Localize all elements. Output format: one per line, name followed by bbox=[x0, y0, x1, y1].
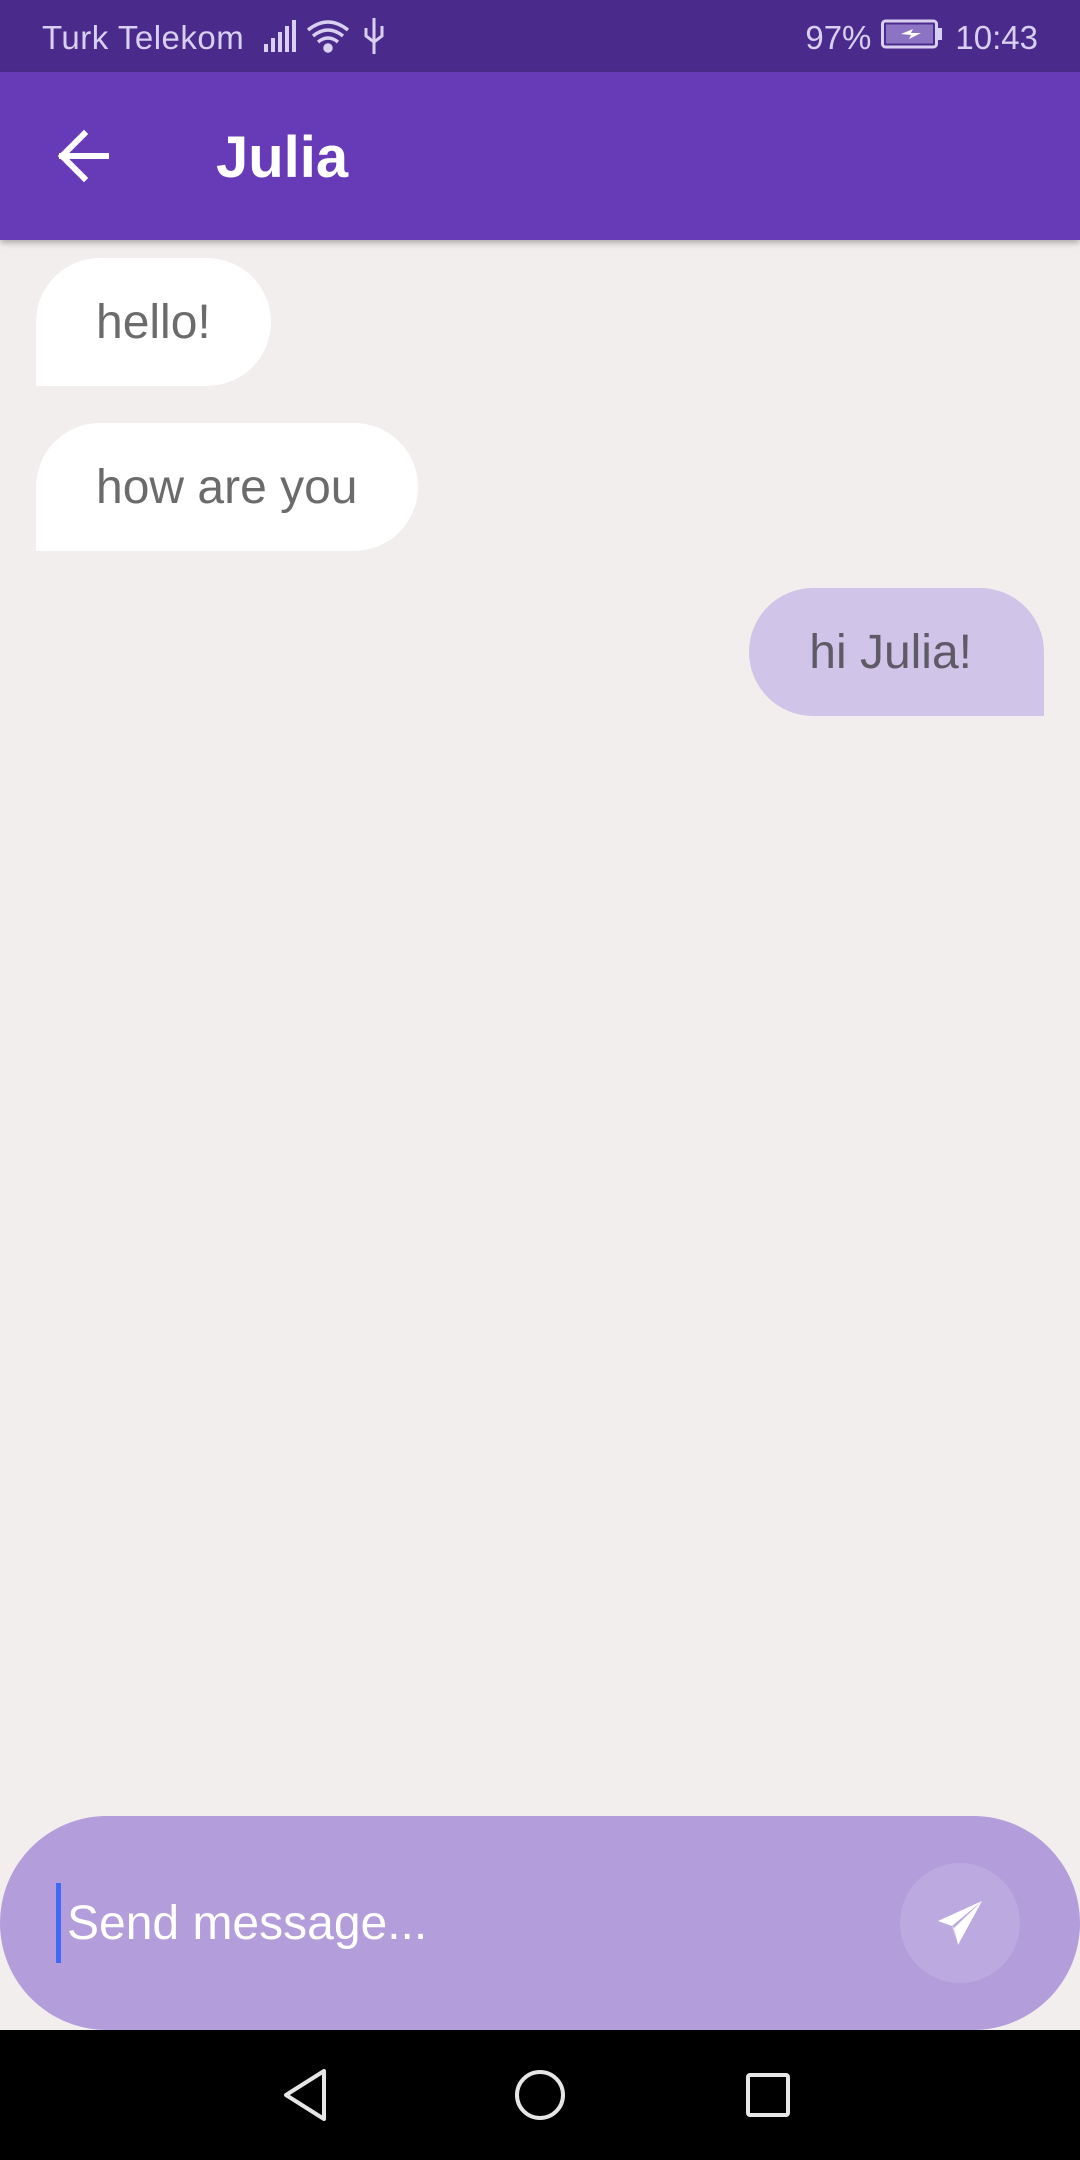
wifi-icon bbox=[306, 20, 350, 53]
battery-percent: 97% bbox=[805, 19, 872, 56]
message-text: hello! bbox=[96, 295, 211, 349]
message-input[interactable] bbox=[56, 1883, 867, 1963]
status-icons bbox=[262, 14, 392, 58]
message-bubble-outgoing[interactable]: hi Julia! bbox=[749, 588, 1044, 716]
conversation-title: Julia bbox=[216, 125, 349, 190]
nav-recents-icon bbox=[746, 2073, 790, 2117]
usb-icon bbox=[364, 18, 384, 54]
app-bar: Julia bbox=[0, 72, 1080, 240]
message-text: hi Julia! bbox=[809, 625, 972, 679]
carrier-name: Turk Telekom bbox=[42, 19, 245, 56]
status-right: 97% 10:43 bbox=[805, 19, 1038, 57]
nav-home-button[interactable] bbox=[500, 2055, 580, 2135]
system-nav-bar bbox=[0, 2030, 1080, 2160]
battery-charging-icon bbox=[881, 19, 943, 57]
clock: 10:43 bbox=[955, 19, 1038, 56]
nav-recents-button[interactable] bbox=[728, 2055, 808, 2135]
nav-back-button[interactable] bbox=[268, 2055, 348, 2135]
chat-screen: Turk Telekom 97% 10:43 Julia hello! how … bbox=[0, 0, 1080, 2160]
message-text: how are you bbox=[96, 460, 358, 514]
paper-plane-icon bbox=[938, 1901, 982, 1945]
nav-home-icon bbox=[515, 2070, 565, 2120]
nav-back-icon bbox=[284, 2069, 326, 2121]
arrow-left-icon bbox=[57, 129, 109, 183]
send-button[interactable] bbox=[900, 1863, 1020, 1983]
signal-icon bbox=[264, 18, 384, 54]
message-composer bbox=[0, 1816, 1080, 2030]
back-button[interactable] bbox=[40, 112, 128, 200]
message-bubble-incoming[interactable]: hello! bbox=[36, 258, 271, 386]
message-bubble-incoming[interactable]: how are you bbox=[36, 423, 418, 551]
status-bar: Turk Telekom 97% 10:43 bbox=[0, 0, 1080, 72]
